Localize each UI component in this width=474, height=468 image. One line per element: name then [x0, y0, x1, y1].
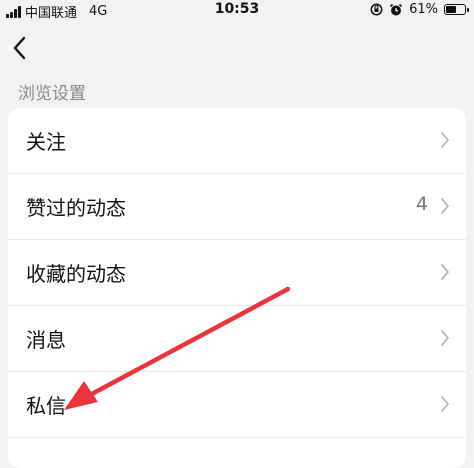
battery-fill — [446, 6, 456, 13]
list-item-liked[interactable]: 赞过的动态 4 — [8, 174, 466, 240]
battery-percent: 61% — [409, 2, 438, 17]
list-item-favorites[interactable]: 收藏的动态 — [8, 240, 466, 306]
item-badge: 4 — [415, 193, 428, 215]
list-item-messages[interactable]: 消息 — [8, 306, 466, 372]
item-label: 关注 — [26, 130, 66, 154]
item-label: 收藏的动态 — [26, 262, 126, 286]
chevron-right-icon — [441, 132, 449, 148]
chevron-right-icon — [441, 396, 449, 412]
chevron-right-icon — [441, 198, 449, 214]
battery-icon — [444, 4, 469, 15]
orientation-lock-icon — [370, 3, 383, 16]
item-label: 私信 — [26, 394, 66, 418]
status-right: 61% — [370, 2, 469, 17]
list-item-follow[interactable]: 关注 — [8, 108, 466, 174]
alarm-icon — [390, 3, 403, 15]
chevron-right-icon — [441, 330, 449, 346]
item-label: 消息 — [26, 328, 66, 352]
item-label: 赞过的动态 — [26, 196, 126, 220]
list-item-private-messages[interactable]: 私信 — [8, 372, 466, 438]
chevron-left-icon — [13, 36, 26, 60]
chevron-right-icon — [441, 264, 449, 280]
settings-list: 关注 赞过的动态 4 收藏的动态 消息 私信 — [8, 108, 466, 468]
back-button[interactable] — [8, 34, 32, 62]
section-title: 浏览设置 — [18, 84, 86, 104]
status-bar: 中国联通 4G 10:53 61% — [0, 0, 474, 22]
